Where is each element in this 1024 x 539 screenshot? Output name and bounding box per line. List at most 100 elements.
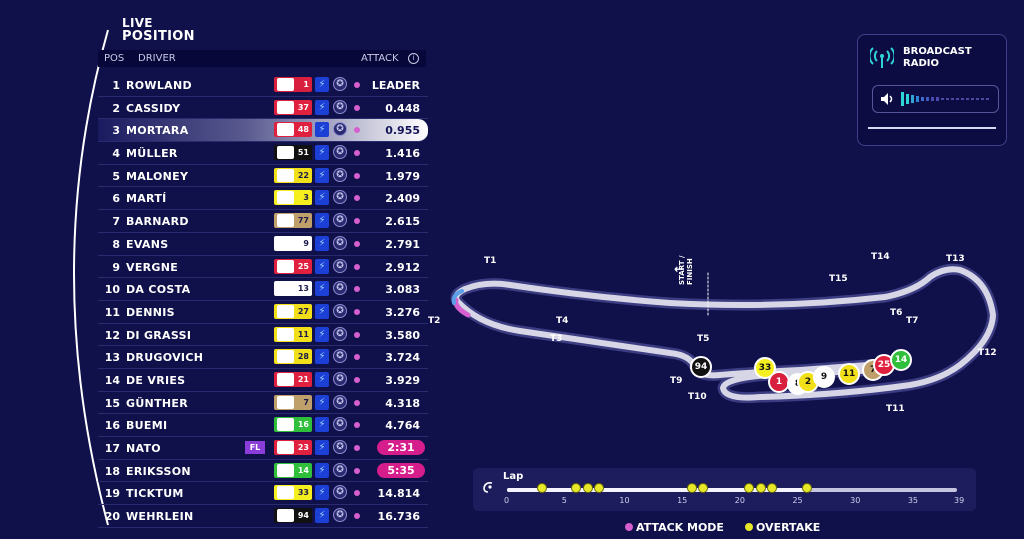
driver-row[interactable]: 14 DE VRIES 21 ⚡ ✪ 3.929 — [98, 369, 428, 392]
attack-bolt-icon: ⚡ — [315, 145, 329, 161]
attack-bolt-icon: ⚡ — [315, 440, 329, 455]
attack-mode-dot-icon — [354, 490, 360, 497]
fanboost-star-icon: ✪ — [333, 394, 347, 409]
driver-row[interactable]: 3 MORTARA 48 ⚡ ✪ 0.955 — [98, 119, 428, 143]
car-number-badge: 21 — [274, 371, 312, 387]
turn-label: T12 — [978, 348, 997, 358]
driver-name: GÜNTHER — [126, 396, 188, 410]
car-marker[interactable]: 9 — [813, 366, 835, 388]
driver-row[interactable]: 15 GÜNTHER 7 ⚡ ✪ 4.318 — [98, 392, 428, 415]
lap-tick-label: 30 — [850, 496, 861, 505]
driver-row[interactable]: 19 TICKTUM 33 ⚡ ✪ 14.814 — [98, 482, 428, 506]
driver-row[interactable]: 18 ERIKSSON 14 ⚡ ✪ 5:35 — [98, 460, 428, 483]
driver-row[interactable]: 20 WEHRLEIN 94 ⚡ ✪ 16.736 — [98, 505, 428, 528]
info-icon[interactable]: i — [408, 53, 419, 64]
lap-tick-label: 20 — [734, 496, 745, 505]
attack-bolt-icon: ⚡ — [315, 122, 329, 138]
driver-row[interactable]: 6 MARTÍ 3 ⚡ ✪ 2.409 — [98, 187, 428, 211]
fanboost-star-icon: ✪ — [333, 122, 347, 137]
gap-value: 2.912 — [385, 260, 420, 274]
driver-row[interactable]: 4 MÜLLER 51 ⚡ ✪ 1.416 — [98, 142, 428, 165]
lap-icon — [483, 482, 493, 493]
driver-row[interactable]: 1 ROWLAND 1 ⚡ ✪ LEADER — [98, 74, 428, 97]
driver-row[interactable]: 13 DRUGOVICH 28 ⚡ ✪ 3.724 — [98, 346, 428, 369]
driver-row[interactable]: 2 CASSIDY 37 ⚡ ✪ 0.448 — [98, 97, 428, 120]
team-logo-icon — [277, 123, 294, 137]
panel-title: LIVE POSITION — [122, 17, 195, 44]
team-logo-icon — [277, 100, 294, 114]
driver-row[interactable]: 10 DA COSTA 13 ⚡ ✪ 3.083 — [98, 278, 428, 301]
fanboost-star-icon: ✪ — [333, 167, 347, 182]
fanboost-star-icon: ✪ — [333, 258, 347, 273]
driver-name: MÜLLER — [126, 147, 178, 161]
team-logo-icon — [277, 304, 294, 318]
driver-name: DI GRASSI — [126, 328, 192, 342]
car-marker[interactable]: 94 — [690, 356, 712, 378]
lap-progress-panel: Lap 0 5 10 15 20 25 30 35 39 — [473, 468, 976, 511]
title-line-2: POSITION — [122, 29, 195, 44]
attack-mode-dot-icon — [354, 127, 360, 134]
legend-overtake: OVERTAKE — [745, 521, 820, 534]
car-number-badge: 23 — [274, 440, 312, 455]
turn-label: T2 — [428, 316, 441, 326]
driver-row[interactable]: 17 NATO FL 23 ⚡ ✪ 2:31 — [98, 437, 428, 460]
position: 13 — [104, 351, 120, 365]
car-number-badge: 14 — [274, 462, 312, 478]
turn-label: T10 — [688, 392, 707, 402]
car-number: 23 — [297, 443, 309, 452]
gap-value: 0.448 — [385, 101, 420, 115]
start-finish-arrow-icon: ← — [674, 262, 685, 276]
car-number: 1 — [303, 80, 309, 89]
attack-mode-dot-icon — [354, 467, 360, 474]
standings-list: 1 ROWLAND 1 ⚡ ✪ LEADER 2 CASSIDY 37 ⚡ ✪ 0.448 3 MORTA… — [98, 74, 428, 528]
position: 20 — [104, 510, 120, 524]
car-number: 3 — [303, 193, 309, 203]
position: 17 — [104, 442, 120, 455]
gap-value: 1.979 — [385, 169, 420, 183]
car-number-badge: 25 — [274, 258, 312, 274]
driver-row[interactable]: 5 MALONEY 22 ⚡ ✪ 1.979 — [98, 165, 428, 188]
driver-name: ERIKSSON — [126, 464, 191, 478]
lap-tick-label: 10 — [619, 496, 630, 505]
car-number: 27 — [297, 306, 309, 316]
car-number-badge: 94 — [274, 508, 312, 524]
driver-row[interactable]: 7 BARNARD 77 ⚡ ✪ 2.615 — [98, 210, 428, 233]
driver-row[interactable]: 11 DENNIS 27 ⚡ ✪ 3.276 — [98, 301, 428, 324]
header-pos: POS — [104, 53, 125, 64]
fanboost-star-icon: ✪ — [333, 235, 347, 250]
gap-value: 1.416 — [385, 147, 420, 161]
car-number: 25 — [297, 261, 309, 271]
driver-row[interactable]: 8 EVANS 9 ⚡ ✪ 2.791 — [98, 233, 428, 256]
car-number-badge: 37 — [274, 99, 312, 115]
position: 7 — [112, 215, 120, 229]
car-marker[interactable]: 11 — [838, 363, 860, 385]
attack-bolt-icon: ⚡ — [315, 258, 329, 274]
car-number: 28 — [297, 352, 309, 362]
driver-row[interactable]: 9 VERGNE 25 ⚡ ✪ 2.912 — [98, 256, 428, 279]
fanboost-star-icon: ✪ — [333, 508, 347, 523]
overtake-lap-marker — [802, 483, 812, 493]
team-logo-icon — [277, 259, 294, 273]
driver-row[interactable]: 12 DI GRASSI 11 ⚡ ✪ 3.580 — [98, 324, 428, 347]
fanboost-star-icon: ✪ — [333, 462, 347, 477]
car-marker[interactable]: 14 — [890, 349, 912, 371]
fanboost-star-icon: ✪ — [333, 349, 347, 364]
fanboost-star-icon: ✪ — [333, 281, 347, 296]
fanboost-star-icon: ✪ — [333, 145, 347, 160]
legend-overtake-label: OVERTAKE — [756, 521, 821, 534]
fanboost-star-icon: ✪ — [333, 213, 347, 228]
position: 9 — [112, 260, 120, 274]
speaker-icon[interactable] — [880, 92, 894, 106]
team-logo-icon — [277, 463, 294, 477]
gap-pill: 2:31 — [377, 440, 425, 455]
attack-bolt-icon: ⚡ — [315, 303, 329, 319]
car-number-badge: 7 — [274, 394, 312, 410]
driver-row[interactable]: 16 BUEMI 16 ⚡ ✪ 4.764 — [98, 414, 428, 437]
team-logo-icon — [277, 372, 294, 386]
gap-value: 2.409 — [385, 192, 420, 206]
attack-bolt-icon: ⚡ — [315, 349, 329, 365]
header-attack: ATTACK — [361, 53, 399, 64]
volume-control[interactable] — [872, 85, 999, 113]
attack-mode-dot-icon — [354, 331, 360, 338]
driver-name: MORTARA — [126, 124, 189, 138]
